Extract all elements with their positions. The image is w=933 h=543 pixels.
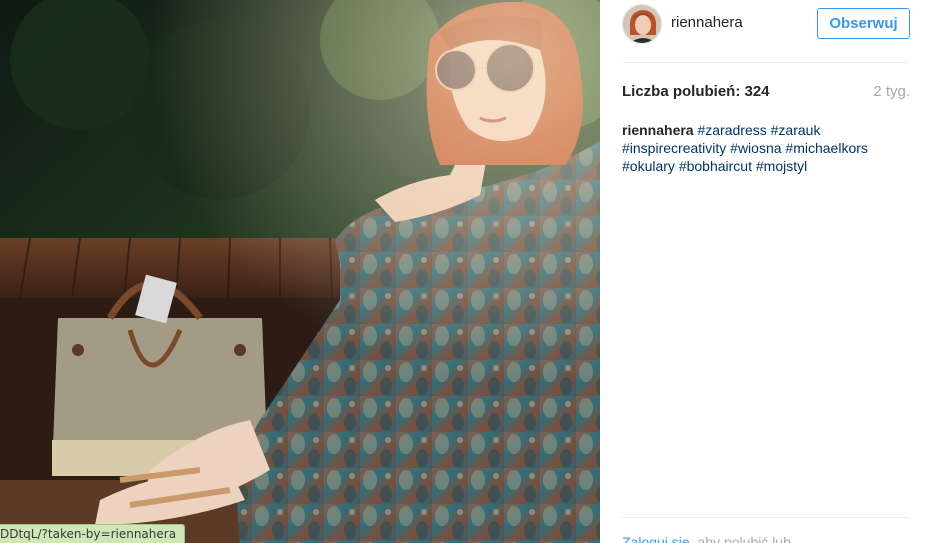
post-header: riennahera Obserwuj — [622, 0, 910, 63]
instagram-post-page: DDtqL/?taken-by=riennahera riennahera Ob… — [0, 0, 933, 543]
hashtag-link[interactable]: #inspirecreativity — [622, 140, 726, 156]
avatar[interactable] — [622, 4, 662, 44]
photo-illustration — [0, 0, 600, 543]
hashtag-link[interactable]: #michaelkors — [785, 140, 867, 156]
caption-author-link[interactable]: riennahera — [622, 122, 694, 138]
hashtag-link[interactable]: #mojstyl — [756, 158, 807, 174]
login-prompt-text: , aby polubić lub — [689, 534, 791, 543]
likes-row: Liczba polubień: 324 2 tyg. — [622, 83, 910, 103]
hashtag-link[interactable]: #zarauk — [771, 122, 821, 138]
login-link[interactable]: Zaloguj się — [622, 534, 690, 543]
hashtag-link[interactable]: #wiosna — [730, 140, 781, 156]
post-caption: riennahera #zaradress #zarauk #inspirecr… — [622, 121, 910, 175]
post-timestamp[interactable]: 2 tyg. — [873, 83, 910, 100]
follow-button[interactable]: Obserwuj — [817, 8, 910, 39]
post-side-panel: riennahera Obserwuj Liczba polubień: 324… — [600, 0, 933, 543]
post-photo[interactable]: DDtqL/?taken-by=riennahera — [0, 0, 600, 543]
likes-count[interactable]: Liczba polubień: 324 — [622, 83, 770, 100]
username-link[interactable]: riennahera — [671, 14, 743, 31]
post-footer: Zaloguj się, aby polubić lub — [622, 517, 910, 543]
status-bar-url: DDtqL/?taken-by=riennahera — [0, 524, 186, 543]
hashtag-link[interactable]: #zaradress — [697, 122, 766, 138]
avatar-image — [623, 5, 661, 43]
login-prompt: Zaloguj się, aby polubić lub — [622, 534, 791, 543]
hashtag-link[interactable]: #okulary — [622, 158, 675, 174]
hashtag-link[interactable]: #bobhaircut — [679, 158, 752, 174]
